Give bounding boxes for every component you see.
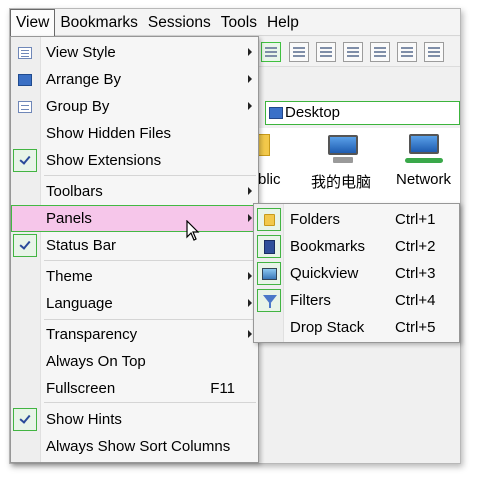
menu-item-label: Theme	[46, 268, 93, 285]
menu-item-panels[interactable]: Panels	[11, 205, 258, 232]
menu-item-label: Group By	[46, 98, 110, 115]
bookmark-icon	[257, 235, 281, 258]
submenu-item-folders[interactable]: Folders Ctrl+1	[254, 206, 459, 233]
file-list: blic 我的电脑 Network	[258, 128, 460, 203]
view-style-toolbar	[258, 37, 460, 67]
menu-item-label: Show Hidden Files	[46, 125, 172, 142]
menu-item-label: Quickview	[290, 265, 359, 282]
menu-item-toolbars[interactable]: Toolbars	[11, 178, 258, 205]
arrange-icon	[18, 74, 32, 86]
submenu-arrow-icon	[248, 214, 252, 222]
menu-tools[interactable]: Tools	[216, 9, 262, 36]
submenu-item-quickview[interactable]: Quickview Ctrl+3	[254, 260, 459, 287]
menu-item-label: Show Hints	[46, 411, 122, 428]
menu-bookmarks[interactable]: Bookmarks	[55, 9, 143, 36]
menu-item-label: Show Extensions	[46, 152, 162, 169]
group-icon	[18, 101, 32, 113]
menu-separator	[44, 175, 256, 176]
desktop-icon	[269, 107, 283, 119]
menu-view[interactable]: View	[10, 8, 56, 36]
menu-item-transparency[interactable]: Transparency	[11, 321, 258, 348]
menu-item-shortcut: Ctrl+2	[395, 238, 436, 255]
menu-item-label: View Style	[46, 44, 116, 61]
submenu-arrow-icon	[248, 330, 252, 338]
submenu-arrow-icon	[248, 102, 252, 110]
menu-item-label: Transparency	[46, 326, 138, 343]
menu-item-label: Always Show Sort Columns	[46, 438, 231, 455]
menu-item-label: Arrange By	[46, 71, 122, 88]
address-value: Desktop	[285, 104, 341, 121]
submenu-arrow-icon	[248, 75, 252, 83]
folder-icon	[257, 208, 281, 231]
menu-item-shortcut: Ctrl+1	[395, 211, 436, 228]
menu-item-theme[interactable]: Theme	[11, 263, 258, 290]
submenu-arrow-icon	[248, 48, 252, 56]
submenu-item-filters[interactable]: Filters Ctrl+4	[254, 287, 459, 314]
menu-item-view-style[interactable]: View Style	[11, 39, 258, 66]
menu-item-shortcut: F11	[210, 380, 235, 397]
menu-item-label: Always On Top	[46, 353, 146, 370]
menu-item-language[interactable]: Language	[11, 290, 258, 317]
menu-item-label: Bookmarks	[290, 238, 366, 255]
menu-item-label: Language	[46, 295, 113, 312]
group-icon-box	[13, 95, 37, 118]
menu-item-arrange-by[interactable]: Arrange By	[11, 66, 258, 93]
view-style-icon	[18, 47, 32, 59]
menu-item-show-extensions[interactable]: Show Extensions	[11, 147, 258, 174]
view-style-icon-box	[13, 41, 37, 64]
filter-icon	[257, 289, 281, 312]
menu-item-label: Panels	[46, 210, 92, 227]
submenu-arrow-icon	[248, 272, 252, 280]
menu-item-shortcut: Ctrl+4	[395, 292, 436, 309]
item-label: Network	[396, 171, 452, 188]
menu-item-label: Folders	[290, 211, 341, 228]
menu-bar: View Bookmarks Sessions Tools Help	[10, 8, 460, 36]
address-bar[interactable]: Desktop	[265, 101, 460, 125]
folder-icon	[258, 134, 270, 156]
view-style-icons-button[interactable]	[424, 42, 444, 62]
menu-item-always-show-sort-columns[interactable]: Always Show Sort Columns	[11, 433, 258, 460]
menu-item-shortcut: Ctrl+5	[395, 319, 436, 336]
view-style-small-icons-button[interactable]	[316, 42, 336, 62]
check-icon	[13, 234, 37, 257]
menu-separator	[44, 319, 256, 320]
submenu-item-drop-stack[interactable]: Drop Stack Ctrl+5	[254, 314, 459, 341]
panels-submenu: Folders Ctrl+1 Bookmarks Ctrl+2 Quickvie…	[253, 203, 460, 343]
view-style-details-button[interactable]	[261, 42, 281, 62]
menu-item-label: Status Bar	[46, 237, 117, 254]
submenu-arrow-icon	[248, 187, 252, 195]
computer-icon	[324, 133, 362, 167]
mouse-cursor-icon	[186, 220, 200, 241]
check-icon	[13, 149, 37, 172]
menu-item-fullscreen[interactable]: Fullscreen F11	[11, 375, 258, 402]
view-style-thumbnails-button[interactable]	[397, 42, 417, 62]
menu-item-label: Drop Stack	[290, 319, 365, 336]
menu-item-label: Toolbars	[46, 183, 103, 200]
picture-icon	[257, 262, 281, 285]
item-label: blic	[258, 171, 281, 188]
arrange-icon-box	[13, 68, 37, 91]
menu-item-always-on-top[interactable]: Always On Top	[11, 348, 258, 375]
menu-separator	[44, 260, 256, 261]
menu-item-shortcut: Ctrl+3	[395, 265, 436, 282]
check-icon	[13, 408, 37, 431]
view-menu: View Style Arrange By Group By Show Hidd…	[10, 36, 259, 463]
menu-help[interactable]: Help	[262, 9, 304, 36]
menu-item-show-hints[interactable]: Show Hints	[11, 406, 258, 433]
network-icon	[405, 132, 443, 166]
view-style-list-button[interactable]	[289, 42, 309, 62]
item-label: 我的电脑	[311, 174, 372, 191]
view-style-report-button[interactable]	[370, 42, 390, 62]
view-style-tiles-button[interactable]	[343, 42, 363, 62]
menu-item-show-hidden-files[interactable]: Show Hidden Files	[11, 120, 258, 147]
submenu-arrow-icon	[248, 299, 252, 307]
menu-item-label: Fullscreen	[46, 380, 116, 397]
menu-separator	[44, 402, 256, 403]
menu-item-group-by[interactable]: Group By	[11, 93, 258, 120]
menu-item-status-bar[interactable]: Status Bar	[11, 232, 258, 259]
menu-sessions[interactable]: Sessions	[143, 9, 216, 36]
submenu-item-bookmarks[interactable]: Bookmarks Ctrl+2	[254, 233, 459, 260]
menu-item-label: Filters	[290, 292, 331, 309]
